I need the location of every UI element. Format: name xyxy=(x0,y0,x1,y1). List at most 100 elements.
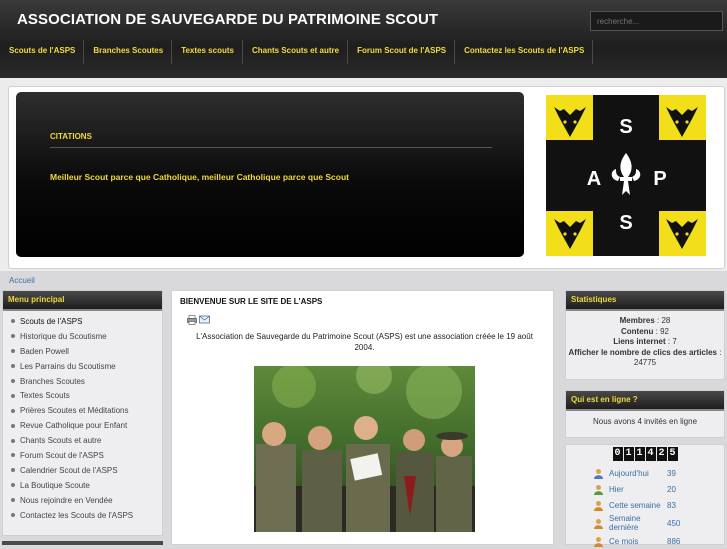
online-panel: Qui est en ligne ? Nous avons 4 invités … xyxy=(565,390,725,438)
bullet-icon xyxy=(11,483,15,488)
stat-members: Membres : 28 xyxy=(566,316,724,327)
bullet-icon xyxy=(11,408,15,413)
bullet-icon xyxy=(11,319,15,324)
menu-item[interactable]: Branches Scoutes xyxy=(3,374,162,389)
asps-logo: S A P S xyxy=(546,95,706,256)
nav-item-scouts[interactable]: Scouts de l'ASPS xyxy=(0,40,85,64)
bullet-icon xyxy=(11,438,15,443)
bullet-icon xyxy=(11,393,15,398)
menu-item[interactable]: Nous rejoindre en Vendée xyxy=(3,493,162,508)
bullet-icon xyxy=(11,453,15,458)
email-icon[interactable] xyxy=(199,315,210,324)
visit-value: 450 xyxy=(667,518,681,528)
menu-item[interactable]: Textes Scouts xyxy=(3,388,162,403)
bullet-icon xyxy=(11,379,15,383)
bullet-icon xyxy=(11,468,15,473)
menu-item[interactable]: Baden Powell xyxy=(3,344,162,359)
menu-item-label: Les Parrains du Scoutisme xyxy=(20,361,116,371)
menu-item[interactable]: Chants Scouts et autre xyxy=(3,433,162,448)
menu-item[interactable]: Forum Scout de l'ASPS xyxy=(3,448,162,463)
bullet-icon xyxy=(11,498,15,503)
visit-row-month: Ce mois 886 xyxy=(566,533,724,549)
article-intro: L'Association de Sauvegarde du Patrimoin… xyxy=(196,332,533,352)
counter-digit: 4 xyxy=(645,447,656,461)
nav-item-chants[interactable]: Chants Scouts et autre xyxy=(243,40,349,64)
stat-label: Contenu xyxy=(620,326,654,336)
menu-item[interactable]: Calendrier Scout de l'ASPS xyxy=(3,463,162,478)
breadcrumb[interactable]: Accueil xyxy=(9,276,35,285)
main-nav: Scouts de l'ASPS Branches Scoutes Textes… xyxy=(0,40,727,64)
visit-label: Cette semaine xyxy=(609,500,661,510)
stat-value: : 28 xyxy=(657,316,671,325)
logo-letter: S xyxy=(619,116,632,138)
counter-digit: 1 xyxy=(623,447,634,461)
menu-item-label: Contactez les Scouts de l'ASPS xyxy=(20,510,134,520)
menu-item-label: Calendrier Scout de l'ASPS xyxy=(20,465,118,475)
bullet-icon xyxy=(11,364,15,369)
menu-item[interactable]: La Boutique Scoute xyxy=(3,478,162,493)
visit-row-week: Cette semaine 83 xyxy=(566,497,724,513)
menu-item-label: Prières Scoutes et Méditations xyxy=(20,406,129,416)
visit-value: 886 xyxy=(667,536,681,546)
menu-item-label: Revue Catholique pour Enfant xyxy=(20,421,128,431)
visit-label: Semaine dernière xyxy=(609,514,641,532)
counter-digit: 0 xyxy=(612,447,623,461)
divider xyxy=(50,147,492,148)
user-icon xyxy=(594,518,603,529)
counter-digit: 1 xyxy=(634,447,645,461)
visit-label: Hier xyxy=(609,484,624,494)
logo-letter: A xyxy=(587,168,601,190)
visit-label: Ce mois xyxy=(609,536,639,546)
nav-item-branches[interactable]: Branches Scoutes xyxy=(84,40,173,64)
menu-item-label: Baden Powell xyxy=(20,346,69,356)
stat-content: Contenu : 92 xyxy=(566,327,724,338)
nav-item-textes[interactable]: Textes scouts xyxy=(172,40,243,64)
stat-clicks: Afficher le nombre de clics des articles… xyxy=(566,348,724,369)
stats-panel: Statistiques Membres : 28 Contenu : 92 L… xyxy=(565,290,725,380)
menu-item-label: Scouts de l'ASPS xyxy=(20,316,83,326)
stat-label: Liens internet xyxy=(613,337,666,346)
quote-title: CITATIONS xyxy=(50,132,92,141)
stat-label: Membres xyxy=(619,316,655,325)
stats-title: Statistiques xyxy=(566,291,724,311)
menu-item-label: Branches Scoutes xyxy=(20,376,85,386)
online-title: Qui est en ligne ? xyxy=(566,391,724,411)
main-menu-title: Menu principal xyxy=(3,291,162,311)
counter-digit: 5 xyxy=(667,447,678,461)
menu-item[interactable]: Scouts de l'ASPS xyxy=(3,314,162,329)
quote-text: Meilleur Scout parce que Catholique, mei… xyxy=(50,172,349,182)
bullet-icon xyxy=(11,423,15,428)
bullet-icon xyxy=(11,349,15,354)
site-title: ASSOCIATION DE SAUVEGARDE DU PATRIMOINE … xyxy=(17,11,439,28)
menu-item[interactable]: Prières Scoutes et Méditations xyxy=(3,403,162,418)
visit-label: Aujourd'hui xyxy=(609,468,649,478)
menu-item[interactable]: Les Parrains du Scoutisme xyxy=(3,359,162,374)
next-panel-header xyxy=(2,541,163,545)
nav-item-contact[interactable]: Contactez les Scouts de l'ASPS xyxy=(455,40,594,64)
menu-item-label: Chants Scouts et autre xyxy=(20,436,102,446)
visit-value: 83 xyxy=(667,500,676,510)
user-icon xyxy=(594,484,603,495)
scouts-group-photo xyxy=(254,366,475,532)
user-icon xyxy=(594,468,603,479)
visit-value: 39 xyxy=(667,468,676,478)
menu-item-label: Nous rejoindre en Vendée xyxy=(20,495,113,505)
main-content: BIENVENUE SUR LE SITE DE L'ASPS L'Associ… xyxy=(171,290,554,545)
stat-links: Liens internet : 7 xyxy=(566,337,724,348)
menu-item-label: La Boutique Scoute xyxy=(20,480,90,490)
menu-item[interactable]: Historique du Scoutisme xyxy=(3,329,162,344)
logo-letter: P xyxy=(653,168,666,190)
nav-item-forum[interactable]: Forum Scout de l'ASPS xyxy=(348,40,456,64)
main-menu-panel: Menu principal Scouts de l'ASPS Historiq… xyxy=(2,290,163,536)
print-icon[interactable] xyxy=(187,315,197,325)
menu-item[interactable]: Contactez les Scouts de l'ASPS xyxy=(3,508,162,523)
menu-item-label: Textes Scouts xyxy=(20,391,70,401)
logo-letter: S xyxy=(619,212,632,234)
visit-counter-panel: 0 1 1 4 2 5 Aujourd'hui 39 Hier 20 Cette… xyxy=(565,444,725,547)
menu-item[interactable]: Revue Catholique pour Enfant xyxy=(3,418,162,433)
bullet-icon xyxy=(11,334,15,339)
site-header: ASSOCIATION DE SAUVEGARDE DU PATRIMOINE … xyxy=(0,0,727,78)
counter-digit: 2 xyxy=(656,447,667,461)
stat-value: : 7 xyxy=(667,337,677,346)
search-input[interactable] xyxy=(590,11,723,31)
